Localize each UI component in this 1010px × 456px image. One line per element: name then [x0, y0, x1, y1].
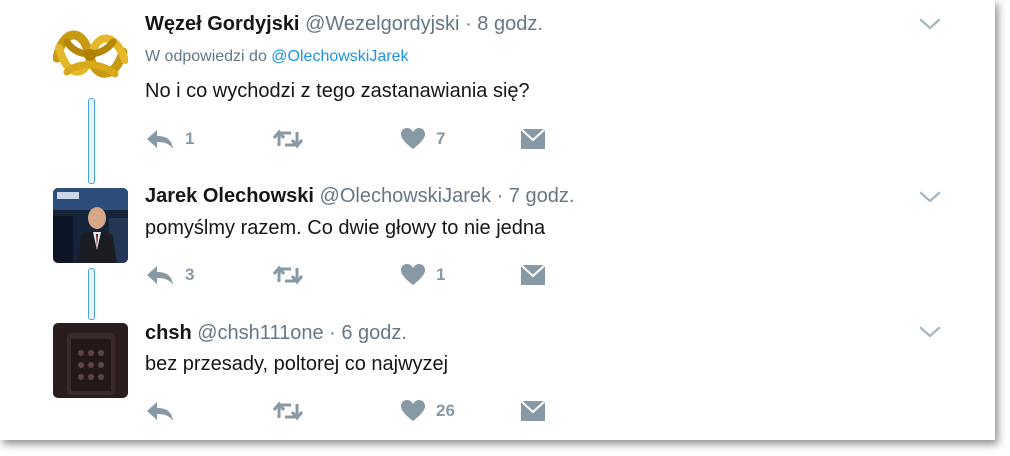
reply-icon	[147, 266, 173, 285]
display-name[interactable]: Węzeł Gordyjski	[145, 13, 300, 35]
mention-link[interactable]: @OlechowskiJarek	[271, 48, 408, 65]
reply-button[interactable]: 1	[145, 124, 194, 154]
retweet-icon	[272, 401, 304, 421]
user-handle[interactable]: @Wezelgordyjski	[305, 13, 459, 35]
reply-icon	[147, 402, 173, 421]
timestamp[interactable]: · 8 godz.	[465, 13, 543, 35]
tweet-header: Jarek Olechowski @OlechowskiJarek · 7 go…	[145, 185, 574, 208]
envelope-icon	[520, 128, 546, 149]
man-in-suit-avatar-image	[53, 188, 128, 263]
reply-count: 3	[185, 265, 195, 284]
avatar[interactable]	[53, 18, 128, 93]
heart-icon	[401, 128, 425, 149]
thread-connector	[88, 98, 95, 184]
envelope-icon	[520, 264, 546, 285]
reply-context: W odpowiedzi do @OlechowskiJarek	[145, 48, 408, 66]
retweet-button[interactable]	[272, 396, 314, 426]
retweet-button[interactable]	[272, 260, 314, 290]
tweet-actions: 1 7	[145, 124, 565, 154]
like-count: 26	[436, 401, 455, 420]
display-name[interactable]: Jarek Olechowski	[145, 185, 314, 207]
chevron-down-icon[interactable]	[918, 16, 942, 32]
reply-button[interactable]	[145, 396, 185, 426]
tweet-text: pomyślmy razem. Co dwie głowy to nie jed…	[145, 217, 546, 239]
tweet-actions: 26	[145, 396, 565, 426]
reply-button[interactable]: 3	[145, 260, 194, 290]
direct-message-button[interactable]	[520, 396, 546, 426]
heart-icon	[401, 400, 425, 421]
knot-avatar-image	[53, 18, 128, 93]
display-name[interactable]: chsh	[145, 322, 192, 344]
user-handle[interactable]: @chsh111one	[197, 322, 323, 344]
avatar[interactable]	[53, 188, 128, 263]
tweet-actions: 3 1	[145, 260, 565, 290]
reply-count: 1	[185, 129, 195, 148]
tweet-text: No i co wychodzi z tego zastanawiania si…	[145, 80, 530, 102]
timestamp[interactable]: · 7 godz.	[497, 185, 575, 207]
user-handle[interactable]: @OlechowskiJarek	[320, 185, 491, 207]
avatar[interactable]	[53, 323, 128, 398]
direct-message-button[interactable]	[520, 124, 546, 154]
envelope-icon	[520, 400, 546, 421]
reply-icon	[147, 130, 173, 149]
tweet-header: chsh @chsh111one · 6 godz.	[145, 322, 407, 345]
thread-connector	[88, 268, 95, 320]
heart-icon	[401, 264, 425, 285]
chevron-down-icon[interactable]	[918, 324, 942, 340]
retweet-icon	[272, 265, 304, 285]
retweet-button[interactable]	[272, 124, 314, 154]
like-count: 1	[436, 265, 446, 284]
reply-prefix: W odpowiedzi do	[145, 48, 267, 65]
like-button[interactable]: 1	[400, 260, 445, 290]
timestamp[interactable]: · 6 godz.	[329, 322, 407, 344]
direct-message-button[interactable]	[520, 260, 546, 290]
conversation-card: Węzeł Gordyjski @Wezelgordyjski · 8 godz…	[0, 0, 995, 440]
tweet-header: Węzeł Gordyjski @Wezelgordyjski · 8 godz…	[145, 13, 543, 36]
tweet-text: bez przesady, poltorej co najwyzej	[145, 353, 449, 375]
retweet-icon	[272, 129, 304, 149]
like-button[interactable]: 26	[400, 396, 455, 426]
dark-phone-avatar-image	[53, 323, 128, 398]
like-button[interactable]: 7	[400, 124, 445, 154]
chevron-down-icon[interactable]	[918, 189, 942, 205]
like-count: 7	[436, 129, 446, 148]
